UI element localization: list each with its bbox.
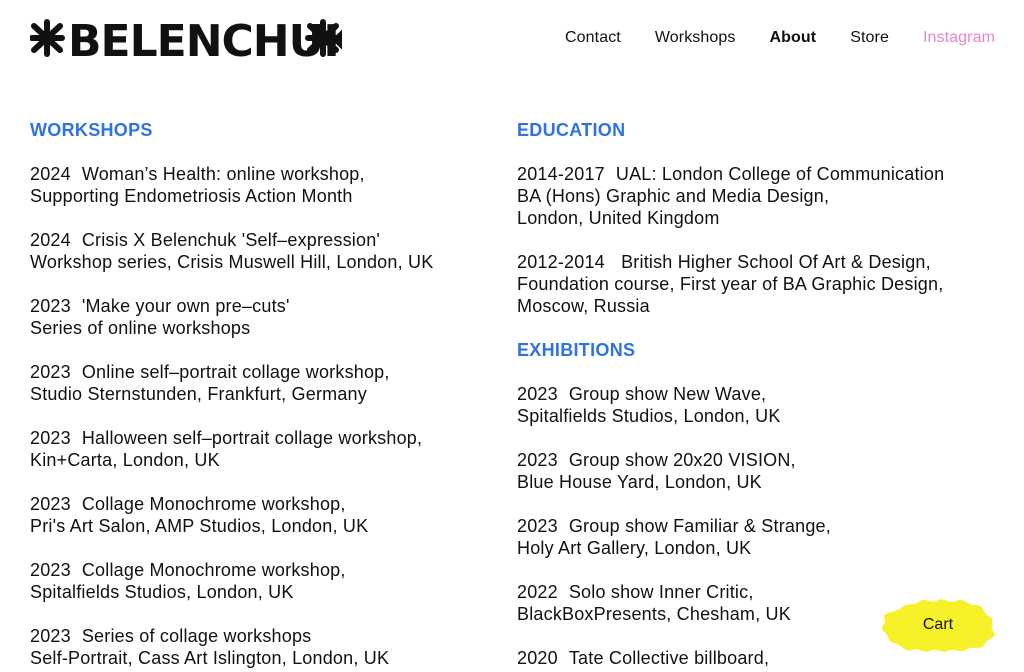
entry-title: Group show Familiar & Strange,	[568, 516, 831, 536]
entry-title: British Higher School Of Art & Design,	[615, 252, 931, 272]
nav-instagram[interactable]: Instagram	[923, 28, 995, 48]
entry-year: 2023	[30, 560, 71, 580]
entry-first-line: 2023 Series of collage workshops	[30, 625, 470, 647]
list-item: 2023 Online self–portrait collage worksho…	[30, 361, 470, 405]
entry-detail: London, United Kingdom	[517, 208, 720, 228]
entry-detail: Spitalfields Studios, London, UK	[30, 582, 294, 602]
entry-year: 2014-2017	[517, 164, 605, 184]
entry-title: Woman’s Health: online workshop,	[81, 164, 365, 184]
entry-title: Solo show Inner Critic,	[568, 582, 754, 602]
education-heading: EDUCATION	[517, 120, 626, 140]
brand-logo[interactable]: BELENCHUK	[30, 14, 342, 66]
entry-year: 2023	[30, 428, 71, 448]
list-item: 2023 Group show 20x20 VISION, Blue House Y…	[517, 449, 997, 493]
entry-first-line: 2023 Group show Familiar & Strange,	[517, 515, 997, 537]
entry-year: 2023	[30, 296, 71, 316]
entry-detail: Blue House Yard, London, UK	[517, 472, 762, 492]
cart-label: Cart	[922, 616, 954, 633]
logo-wordmark: BELENCHUK	[30, 16, 342, 66]
entry-first-line: 2023 Collage Monochrome workshop,	[30, 493, 470, 515]
entry-detail: Supporting Endometriosis Action Month	[30, 186, 353, 206]
list-item: 2014-2017 UAL: London College of Communic…	[517, 163, 997, 229]
entry-title: Tate Collective billboard,	[568, 648, 770, 668]
entry-first-line: 2023 'Make your own pre–cuts'	[30, 295, 470, 317]
entry-first-line: 2014-2017 UAL: London College of Communic…	[517, 163, 997, 185]
entry-year: 2023	[517, 450, 558, 470]
entry-detail: Series of online workshops	[30, 318, 251, 338]
entry-year: 2020	[517, 648, 558, 668]
entry-year: 2024	[30, 230, 71, 250]
list-item: 2012-2014 British Higher School Of Art &…	[517, 251, 997, 317]
entry-first-line: 2024 Crisis X Belenchuk 'Self–expression'	[30, 229, 470, 251]
entry-title: Halloween self–portrait collage workshop…	[81, 428, 423, 448]
page: BELENCHUK Contact Workshops About Store …	[0, 0, 1024, 672]
entry-title: Crisis X Belenchuk 'Self–expression'	[81, 230, 381, 250]
list-item: 2023 Halloween self–portrait collage work…	[30, 427, 470, 471]
entry-year: 2023	[30, 494, 71, 514]
entry-first-line: 2012-2014 British Higher School Of Art &…	[517, 251, 997, 273]
entry-detail: Pri's Art Salon, AMP Studios, London, UK	[30, 516, 369, 536]
exhibitions-heading: EXHIBITIONS	[517, 340, 636, 360]
list-item: 2024 Crisis X Belenchuk 'Self–expression'…	[30, 229, 470, 273]
nav-store[interactable]: Store	[850, 28, 889, 48]
nav-about[interactable]: About	[770, 28, 817, 48]
entry-title: Collage Monochrome workshop,	[81, 494, 346, 514]
entry-title: Group show New Wave,	[568, 384, 767, 404]
list-item: 2023 Collage Monochrome workshop, Spitalfi…	[30, 559, 470, 603]
entry-detail: Studio Sternstunden, Frankfurt, Germany	[30, 384, 367, 404]
entry-first-line: 2023 Group show 20x20 VISION,	[517, 449, 997, 471]
entry-detail: Holy Art Gallery, London, UK	[517, 538, 752, 558]
right-column: EDUCATION 2014-2017 UAL: London College o…	[517, 119, 997, 672]
workshops-heading: WORKSHOPS	[30, 120, 153, 140]
entry-detail: Moscow, Russia	[517, 296, 650, 316]
entry-year: 2023	[517, 516, 558, 536]
main-nav: Contact Workshops About Store Instagram	[531, 28, 995, 48]
entry-first-line: 2023 Online self–portrait collage worksho…	[30, 361, 470, 383]
entry-title: Group show 20x20 VISION,	[568, 450, 796, 470]
workshops-section: WORKSHOPS 2024 Woman’s Health: online wor…	[30, 119, 470, 672]
entry-year: 2022	[517, 582, 558, 602]
entry-detail: Spitalfields Studios, London, UK	[517, 406, 781, 426]
workshops-list: 2024 Woman’s Health: online workshop, Supp…	[30, 163, 470, 669]
entry-year: 2023	[30, 362, 71, 382]
nav-contact[interactable]: Contact	[565, 28, 621, 48]
entry-detail: Workshop series, Crisis Muswell Hill, Lo…	[30, 252, 434, 272]
entry-year: 2023	[517, 384, 558, 404]
entry-first-line: 2023 Halloween self–portrait collage work…	[30, 427, 470, 449]
entry-title: UAL: London College of Communication	[615, 164, 945, 184]
nav-workshops[interactable]: Workshops	[655, 28, 736, 48]
entry-title: Collage Monochrome workshop,	[81, 560, 346, 580]
entry-first-line: 2023 Collage Monochrome workshop,	[30, 559, 470, 581]
entry-year: 2023	[30, 626, 71, 646]
entry-detail: Foundation course, First year of BA Grap…	[517, 274, 944, 294]
entry-title: Series of collage workshops	[81, 626, 312, 646]
entry-first-line: 2023 Group show New Wave,	[517, 383, 997, 405]
education-list: 2014-2017 UAL: London College of Communic…	[517, 163, 997, 317]
entry-title: 'Make your own pre–cuts'	[81, 296, 290, 316]
logo-text: BELENCHUK	[68, 16, 342, 66]
entry-title: Online self–portrait collage workshop,	[81, 362, 390, 382]
entry-first-line: 2024 Woman’s Health: online workshop,	[30, 163, 470, 185]
entry-detail: BA (Hons) Graphic and Media Design,	[517, 186, 830, 206]
list-item: 2023 Group show Familiar & Strange, Holy A…	[517, 515, 997, 559]
cart-button[interactable]: Cart	[880, 597, 996, 653]
list-item: 2023 Collage Monochrome workshop, Pri's Ar…	[30, 493, 470, 537]
entry-year: 2012-2014	[517, 252, 605, 272]
list-item: 2023 'Make your own pre–cuts' Series of on…	[30, 295, 470, 339]
list-item: 2024 Woman’s Health: online workshop, Supp…	[30, 163, 470, 207]
entry-detail: Self-Portrait, Cass Art Islington, Londo…	[30, 648, 390, 668]
entry-year: 2024	[30, 164, 71, 184]
entry-detail: Kin+Carta, London, UK	[30, 450, 220, 470]
list-item: 2023 Series of collage workshops Self-Port…	[30, 625, 470, 669]
list-item: 2023 Group show New Wave, Spitalfields Stu…	[517, 383, 997, 427]
